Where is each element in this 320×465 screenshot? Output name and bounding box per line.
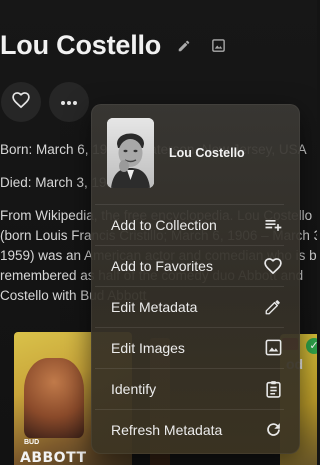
menu-person-name: Lou Costello — [169, 146, 245, 160]
title-row: Lou Costello — [0, 30, 227, 61]
menu-divider — [95, 368, 284, 369]
playlist-add-icon — [262, 214, 284, 236]
menu-items: Add to Collection Add to Favorites Edit … — [91, 204, 300, 450]
person-photo — [107, 118, 154, 188]
image-icon[interactable] — [209, 37, 227, 55]
menu-item-edit-images[interactable]: Edit Images — [91, 327, 300, 368]
refresh-icon — [262, 419, 284, 441]
poster-caption: BUD — [24, 439, 40, 446]
watched-check-icon: ✓ — [306, 338, 317, 354]
more-horizontal-icon — [60, 93, 78, 111]
menu-item-label: Edit Metadata — [111, 298, 198, 315]
pencil-icon — [262, 296, 284, 318]
menu-item-refresh-metadata[interactable]: Refresh Metadata — [91, 409, 300, 450]
menu-divider — [95, 245, 284, 246]
menu-item-add-to-collection[interactable]: Add to Collection — [91, 204, 300, 245]
menu-divider — [95, 204, 284, 205]
menu-item-label: Refresh Metadata — [111, 421, 223, 438]
poster-artwork — [24, 358, 84, 438]
menu-divider — [95, 327, 284, 328]
clipboard-list-icon — [262, 378, 284, 400]
favorite-button[interactable] — [1, 82, 41, 122]
menu-item-identify[interactable]: Identify — [91, 368, 300, 409]
heart-outline-icon — [11, 90, 31, 115]
menu-item-edit-metadata[interactable]: Edit Metadata — [91, 286, 300, 327]
page-title: Lou Costello — [0, 30, 162, 60]
poster-title-art: ABBOTT — [20, 450, 87, 465]
heart-outline-icon — [262, 255, 284, 277]
more-options-button[interactable] — [49, 82, 89, 122]
pencil-icon[interactable] — [175, 37, 193, 55]
context-menu: Lou Costello Add to Collection Add to Fa… — [91, 104, 300, 454]
menu-item-label: Edit Images — [111, 339, 185, 356]
menu-item-add-to-favorites[interactable]: Add to Favorites — [91, 245, 300, 286]
menu-divider — [95, 409, 284, 410]
menu-header: Lou Costello — [107, 118, 245, 188]
image-icon — [262, 337, 284, 359]
person-details-page: Lou Costello Born: March 6, 1906 in Pate… — [0, 0, 317, 465]
menu-item-label: Identify — [111, 380, 157, 397]
menu-divider — [95, 286, 284, 287]
menu-item-label: Add to Collection — [111, 216, 217, 233]
menu-item-label: Add to Favorites — [111, 257, 213, 274]
